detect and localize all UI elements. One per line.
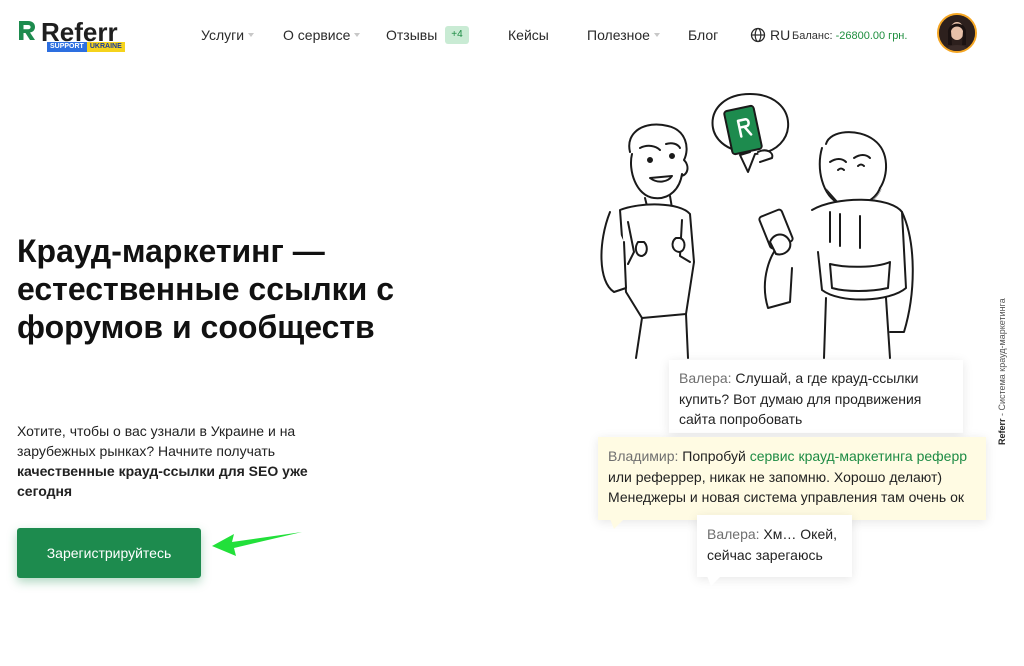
nav-item-reviews[interactable]: Отзывы +4 [386, 26, 469, 44]
avatar-image [939, 15, 975, 51]
chevron-down-icon [653, 33, 660, 37]
nav-label: О сервисе [283, 27, 351, 43]
hero-text-plain: Хотите, чтобы о вас узнали в Украине и н… [17, 423, 296, 459]
nav-item-blog[interactable]: Блог [688, 26, 718, 44]
balance-amount: -26800.00 грн. [835, 30, 908, 42]
two-guys-phone-illustration [600, 93, 914, 359]
badge-support: SUPPORT [47, 42, 87, 52]
chat-bubble: Валера: Хм… Окей, сейчас зарегаюсь [697, 515, 852, 586]
chevron-down-icon [248, 33, 255, 37]
nav-item-about[interactable]: О сервисе [283, 26, 361, 44]
badge-ukraine: UKRAINE [86, 42, 125, 52]
page-title: Крауд-маркетинг — естественные ссылки с … [17, 233, 395, 345]
chat-bubble: Владимир: Попробуй сервис крауд-маркетин… [598, 437, 986, 529]
globe-icon [750, 27, 766, 43]
hero-text-bold: качественные крауд-ссылки для SEO уже се… [17, 463, 308, 499]
chat-message: или рефеpрер, никак не запомню. Хорошо д… [608, 468, 964, 506]
nav-label: Полезное [587, 27, 650, 43]
side-label-brand: Referr [997, 418, 1007, 445]
side-vertical-label: Referr - Система крауд-маркетинга [996, 270, 1016, 445]
bubble-tail-icon [610, 519, 624, 529]
bubble-tail-icon [707, 576, 721, 586]
language-switcher[interactable]: RU [750, 26, 790, 44]
nav-item-cases[interactable]: Кейсы [508, 26, 549, 44]
support-ukraine-badge: SUPPORT UKRAINE [47, 42, 125, 52]
side-label-caption: - Система крауд-маркетинга [997, 298, 1007, 419]
nav-label: Блог [688, 27, 719, 43]
chat-speaker: Валера: [707, 526, 760, 542]
referr-logo-icon [19, 21, 35, 40]
nav-item-services[interactable]: Услуги [201, 26, 255, 44]
brand-logo[interactable]: Referr SUPPORT UKRAINE [17, 17, 127, 53]
language-label: RU [770, 27, 791, 43]
side-label-text: Referr - Система крауд-маркетинга [996, 298, 1008, 445]
user-avatar[interactable] [937, 13, 977, 53]
chat-speaker: Валера: [679, 370, 732, 386]
balance-label: Баланс: [792, 30, 833, 42]
chat-bubble: Валера: Слушай, а где крауд-ссылки купит… [669, 360, 963, 433]
register-button[interactable]: Зарегистрируйтесь [17, 528, 201, 578]
reviews-count-badge: +4 [445, 26, 469, 44]
nav-label: Отзывы [386, 27, 438, 43]
pointer-arrow-icon [212, 532, 302, 556]
service-link[interactable]: сервис крауд-маркетинга реферр [750, 448, 967, 464]
nav-item-useful[interactable]: Полезное [587, 26, 660, 44]
nav-label: Кейсы [508, 27, 549, 43]
chat-speaker: Владимир: [608, 448, 679, 464]
account-balance[interactable]: Баланс: -26800.00 грн. [792, 28, 907, 44]
chat-message: Попробуй [678, 448, 750, 464]
chevron-down-icon [354, 33, 361, 37]
nav-label: Услуги [201, 27, 245, 43]
hero-description: Хотите, чтобы о вас узнали в Украине и н… [17, 421, 347, 501]
